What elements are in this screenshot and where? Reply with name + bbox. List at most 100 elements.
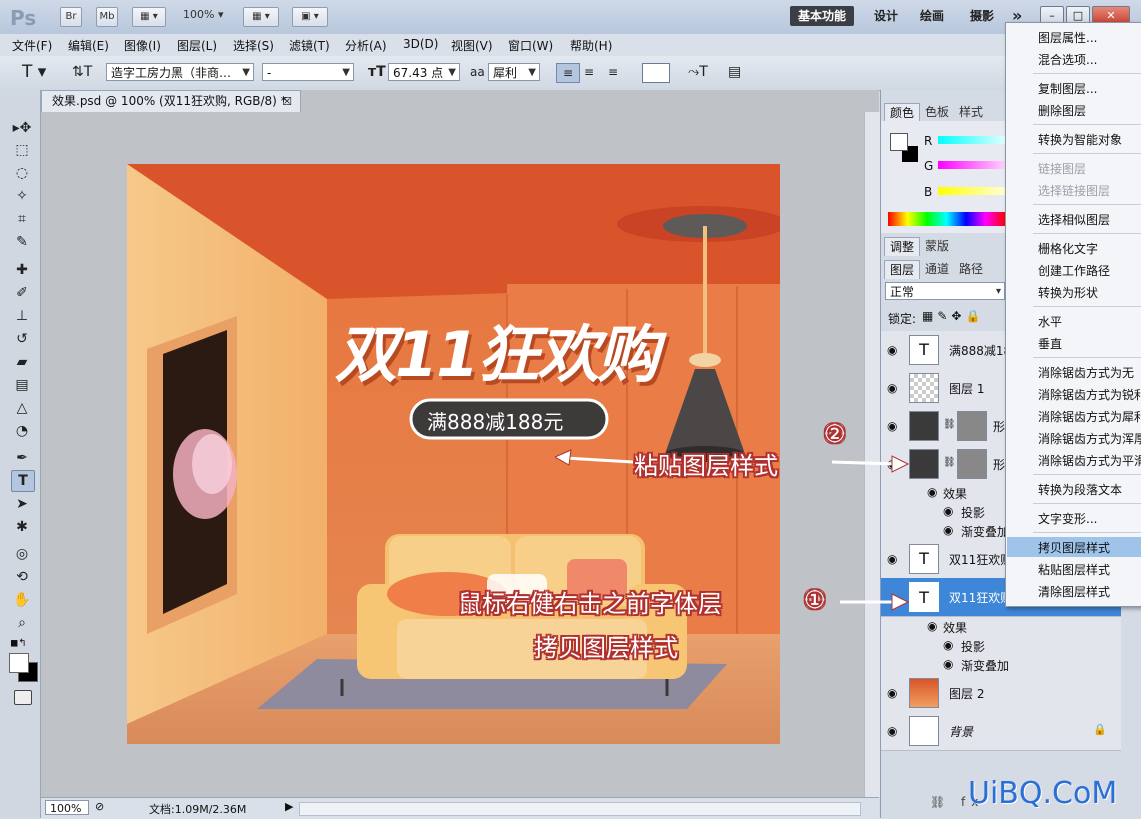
menu-file[interactable]: 文件(F): [12, 37, 52, 54]
type-tool-preset-icon[interactable]: T ▾: [22, 62, 46, 82]
layer-row[interactable]: ◉ 背景 🔒: [881, 712, 1121, 751]
status-info-icon[interactable]: ⊘: [95, 800, 104, 813]
custom-shape-tool-icon[interactable]: ✱: [11, 517, 33, 537]
eyedropper-tool-icon[interactable]: ✎: [11, 232, 33, 252]
tab-masks[interactable]: 蒙版: [920, 237, 954, 255]
menu-item-convert-to-smart-object[interactable]: 转换为智能对象: [1038, 131, 1122, 148]
path-selection-tool-icon[interactable]: ➤: [11, 494, 33, 514]
eye-icon[interactable]: ◉: [887, 419, 897, 433]
status-zoom-field[interactable]: 100%: [45, 800, 89, 815]
screen-mode-button[interactable]: ▣ ▾: [292, 7, 328, 27]
menu-item-anti-alias-smooth[interactable]: 消除锯齿方式为平滑: [1038, 452, 1141, 469]
text-color-swatch[interactable]: [642, 63, 670, 83]
crop-tool-icon[interactable]: ⌗: [11, 209, 33, 229]
menu-filter[interactable]: 滤镜(T): [289, 37, 330, 54]
menu-select[interactable]: 选择(S): [233, 37, 274, 54]
tab-paths[interactable]: 路径: [954, 260, 988, 278]
menu-item-convert-to-paragraph-text[interactable]: 转换为段落文本: [1038, 481, 1122, 498]
channel-b-slider[interactable]: [938, 187, 1005, 195]
menu-item-anti-alias-sharp[interactable]: 消除锯齿方式为锐利: [1038, 386, 1141, 403]
workspace-painting[interactable]: 绘画: [912, 6, 952, 26]
mini-bridge-button[interactable]: Mb: [96, 7, 118, 27]
workspace-essentials[interactable]: 基本功能: [790, 6, 855, 26]
toggle-text-orientation-icon[interactable]: ⇅T: [72, 64, 92, 80]
marquee-tool-icon[interactable]: ⬚: [11, 140, 33, 160]
anti-alias-select[interactable]: 犀利 ▼: [488, 63, 540, 81]
pen-tool-icon[interactable]: ✒: [11, 448, 33, 468]
tab-styles[interactable]: 样式: [954, 103, 988, 121]
menu-help[interactable]: 帮助(H): [570, 37, 612, 54]
dodge-tool-icon[interactable]: ◔: [11, 421, 33, 441]
move-tool-icon[interactable]: ▸✥: [11, 118, 33, 138]
default-colors-icon[interactable]: ◼↰: [10, 638, 27, 649]
3d-orbit-tool-icon[interactable]: ⟲: [11, 567, 33, 587]
font-family-select[interactable]: 造字工房力黑（非商… ▼: [106, 63, 254, 81]
effect-gradient-overlay-row[interactable]: ◉ 渐变叠加: [881, 655, 1121, 674]
eye-icon[interactable]: ◉: [943, 657, 953, 671]
menu-item-vertical[interactable]: 垂直: [1038, 335, 1062, 352]
menu-analysis[interactable]: 分析(A): [345, 37, 387, 54]
tab-swatches[interactable]: 色板: [920, 103, 954, 121]
brush-tool-icon[interactable]: ✐: [11, 283, 33, 303]
effect-drop-shadow-row[interactable]: ◉ 投影: [881, 636, 1121, 655]
eye-icon[interactable]: ◉: [887, 381, 897, 395]
eye-icon[interactable]: ◉: [887, 724, 897, 738]
eye-icon[interactable]: ◉: [943, 523, 953, 537]
link-icon[interactable]: ⛓: [943, 419, 956, 430]
tab-channels[interactable]: 通道: [920, 260, 954, 278]
tab-color[interactable]: 颜色: [884, 103, 921, 122]
workspace-design[interactable]: 设计: [866, 6, 906, 26]
channel-r-slider[interactable]: [938, 136, 1005, 144]
menu-view[interactable]: 视图(V): [451, 37, 493, 54]
eye-icon[interactable]: ◉: [887, 686, 897, 700]
close-document-icon[interactable]: ☒: [282, 91, 292, 112]
menu-item-select-similar-layers[interactable]: 选择相似图层: [1038, 211, 1110, 228]
blur-tool-icon[interactable]: △: [11, 398, 33, 418]
blend-mode-select[interactable]: 正常 ▾: [885, 282, 1005, 300]
zoom-level-dropdown[interactable]: 100% ▾: [183, 8, 223, 21]
zoom-tool-icon[interactable]: ⌕: [11, 613, 33, 633]
menu-item-clear-layer-style[interactable]: 清除图层样式: [1038, 583, 1110, 600]
menu-item-paste-layer-style[interactable]: 粘贴图层样式: [1038, 561, 1110, 578]
arrange-documents-button[interactable]: ▦ ▾: [243, 7, 279, 27]
quick-selection-tool-icon[interactable]: ✧: [11, 186, 33, 206]
tab-adjustments[interactable]: 调整: [884, 237, 921, 256]
layer-row[interactable]: ◉ 图层 2: [881, 674, 1121, 713]
eye-icon[interactable]: ◉: [887, 552, 897, 566]
clone-stamp-tool-icon[interactable]: ⊥: [11, 306, 33, 326]
eraser-tool-icon[interactable]: ▰: [11, 352, 33, 372]
menu-window[interactable]: 窗口(W): [508, 37, 553, 54]
menu-item-create-work-path[interactable]: 创建工作路径: [1038, 262, 1110, 279]
gradient-tool-icon[interactable]: ▤: [11, 375, 33, 395]
menu-item-delete-layer[interactable]: 删除图层: [1038, 102, 1086, 119]
3d-rotate-tool-icon[interactable]: ◎: [11, 544, 33, 564]
workspace-photography[interactable]: 摄影: [962, 6, 1002, 26]
eye-icon[interactable]: ◉: [943, 638, 953, 652]
view-extras-button[interactable]: ▦ ▾: [132, 7, 166, 27]
history-brush-tool-icon[interactable]: ↺: [11, 329, 33, 349]
warp-text-icon[interactable]: ⤳T: [688, 64, 708, 80]
quick-mask-icon[interactable]: [14, 690, 32, 705]
tab-layers[interactable]: 图层: [884, 260, 921, 279]
healing-brush-tool-icon[interactable]: ✚: [11, 260, 33, 280]
menu-item-horizontal[interactable]: 水平: [1038, 313, 1062, 330]
menu-layer[interactable]: 图层(L): [177, 37, 217, 54]
eye-icon[interactable]: ◉: [927, 485, 937, 499]
hand-tool-icon[interactable]: ✋: [11, 590, 33, 610]
type-tool-icon[interactable]: T: [11, 470, 35, 492]
menu-item-anti-alias-crisp[interactable]: 消除锯齿方式为犀利: [1038, 408, 1141, 425]
color-panel-foreground-swatch[interactable]: [890, 133, 908, 151]
align-left-icon[interactable]: ≡: [556, 63, 580, 83]
channel-g-slider[interactable]: [938, 161, 1005, 169]
status-menu-arrow-icon[interactable]: ▶: [285, 800, 293, 813]
menu-item-warp-text[interactable]: 文字变形...: [1038, 510, 1097, 527]
document-tab[interactable]: 效果.psd @ 100% (双11狂欢购, RGB/8) * ☒: [41, 90, 301, 112]
menu-3d[interactable]: 3D(D): [403, 37, 438, 51]
menu-item-layer-properties[interactable]: 图层属性...: [1038, 29, 1097, 46]
color-spectrum-bar[interactable]: [888, 212, 1005, 226]
align-center-icon[interactable]: ≡: [584, 65, 594, 79]
menu-item-copy-layer-style[interactable]: 拷贝图层样式: [1038, 539, 1110, 556]
lock-icons[interactable]: ▦✎✥🔒: [922, 309, 984, 323]
document-horizontal-scrollbar[interactable]: [299, 802, 861, 816]
character-panel-icon[interactable]: ▤: [728, 64, 741, 80]
